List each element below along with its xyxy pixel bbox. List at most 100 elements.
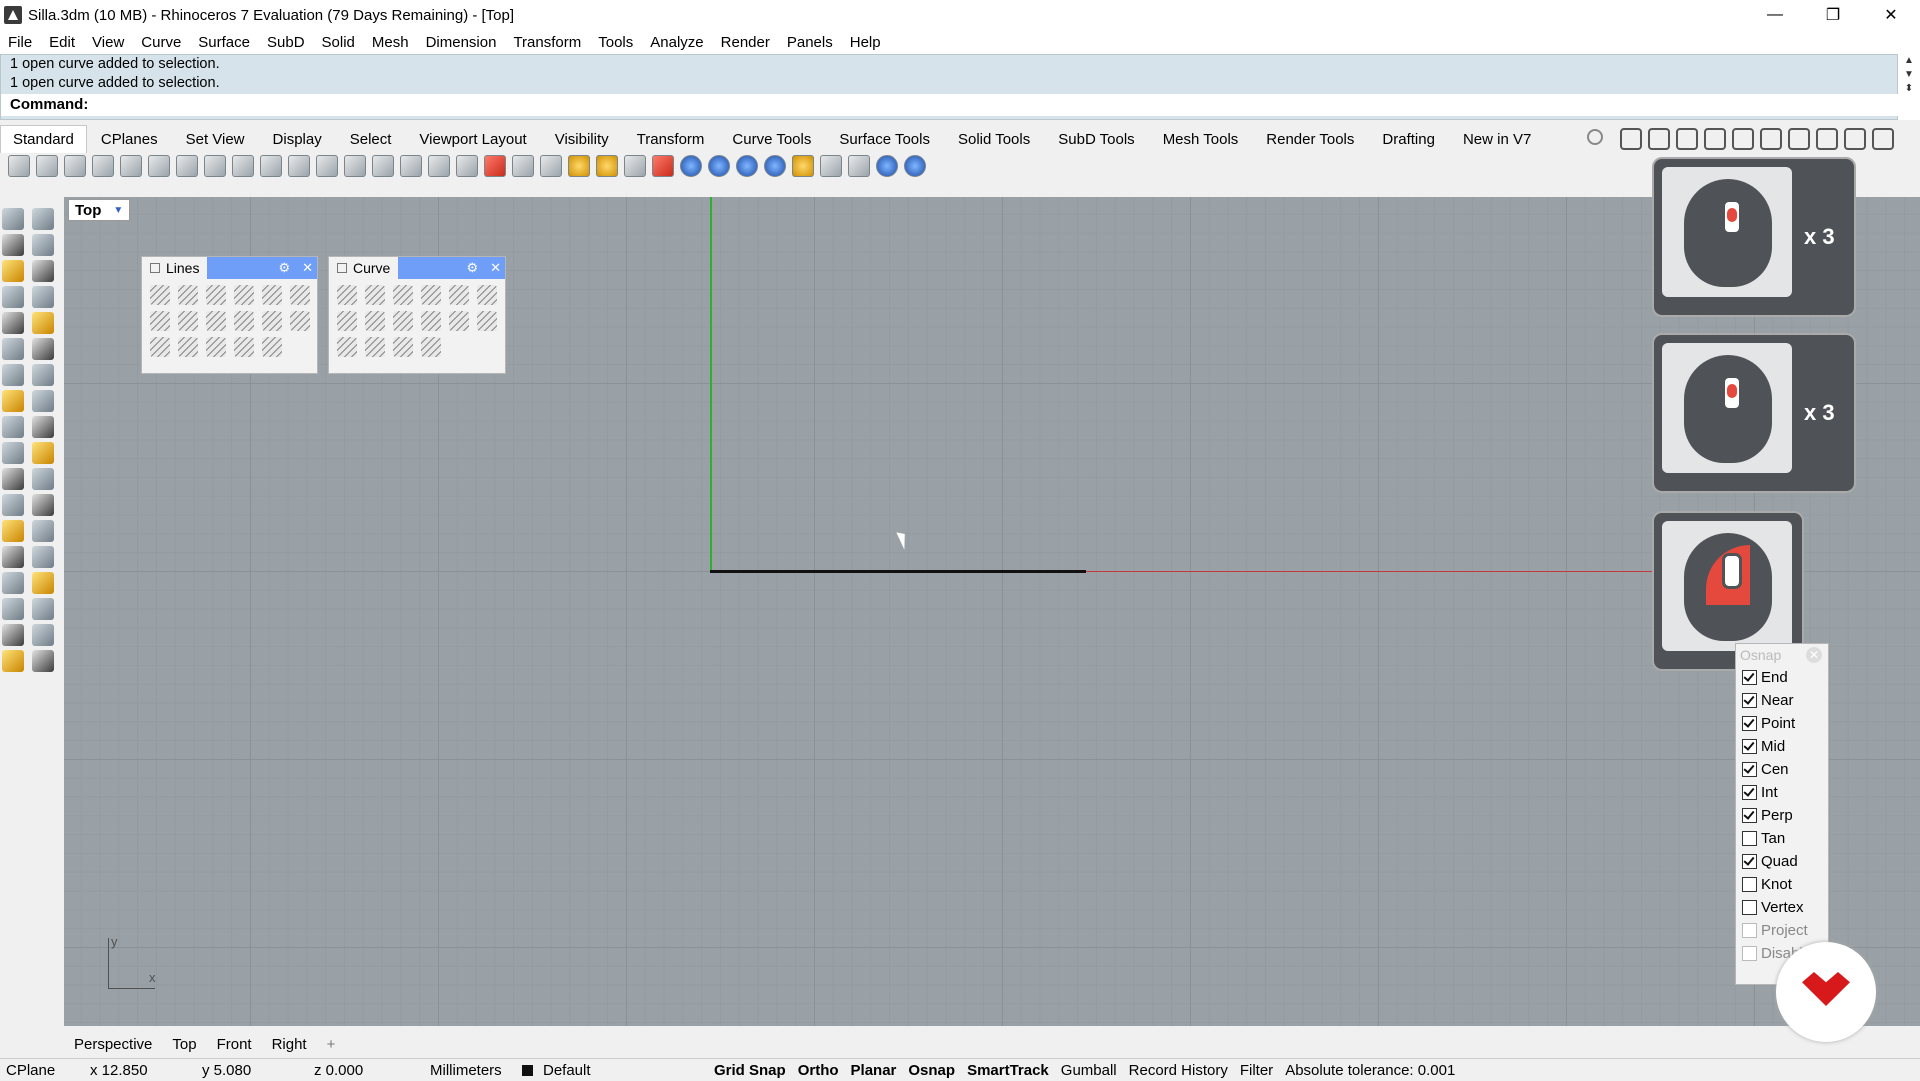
line-tool-icon[interactable]: [290, 285, 310, 305]
box-icon[interactable]: [1760, 128, 1782, 150]
open-file-icon[interactable]: [36, 155, 58, 177]
scissors-icon[interactable]: [1844, 128, 1866, 150]
save-icon[interactable]: [64, 155, 86, 177]
curve-tool-icon[interactable]: [337, 285, 357, 305]
curve-tool-icon[interactable]: [449, 285, 469, 305]
line-tool-icon[interactable]: [234, 311, 254, 331]
polygon-icon[interactable]: [2, 312, 24, 334]
lock-icon[interactable]: [624, 155, 646, 177]
paste-icon[interactable]: [204, 155, 226, 177]
curve-tools-icon[interactable]: [32, 494, 54, 516]
curve-tool-icon[interactable]: [337, 311, 357, 331]
render-globe-icon[interactable]: [876, 155, 898, 177]
osnap-close-icon[interactable]: ✕: [1806, 647, 1822, 663]
checkbox-icon[interactable]: [1742, 923, 1757, 938]
rotate-view-icon[interactable]: [288, 155, 310, 177]
osnap-perp[interactable]: Perp: [1736, 804, 1828, 827]
status-gumball[interactable]: Gumball: [1055, 1062, 1123, 1079]
cylinder-icon[interactable]: [1788, 128, 1810, 150]
status-osnap[interactable]: Osnap: [902, 1062, 961, 1079]
tab-drafting[interactable]: Drafting: [1368, 131, 1449, 148]
line-tool-icon[interactable]: [206, 311, 226, 331]
check-icon[interactable]: [32, 624, 54, 646]
menu-transform[interactable]: Transform: [505, 34, 590, 51]
checkbox-icon[interactable]: [1742, 716, 1757, 731]
tab-display[interactable]: Display: [259, 131, 336, 148]
tab-top[interactable]: Top: [162, 1036, 206, 1053]
curve-tool-icon[interactable]: [477, 285, 497, 305]
tab-subd-tools[interactable]: SubD Tools: [1044, 131, 1148, 148]
maximize-button[interactable]: ❐: [1804, 0, 1862, 30]
plant-icon[interactable]: [1816, 128, 1838, 150]
mesh-icon[interactable]: [32, 390, 54, 412]
curve-tool-icon[interactable]: [393, 311, 413, 331]
cplane-icon[interactable]: [484, 155, 506, 177]
command-prompt[interactable]: Command:: [1, 94, 1898, 116]
pan-hand-icon[interactable]: [260, 155, 282, 177]
tab-new-in-v7[interactable]: New in V7: [1449, 131, 1545, 148]
text-icon[interactable]: [2, 520, 24, 542]
copy-icon[interactable]: [176, 155, 198, 177]
export-icon[interactable]: [120, 155, 142, 177]
menu-edit[interactable]: Edit: [41, 34, 84, 51]
menu-surface[interactable]: Surface: [190, 34, 259, 51]
osnap-vertex[interactable]: Vertex: [1736, 896, 1828, 919]
tab-solid-tools[interactable]: Solid Tools: [944, 131, 1044, 148]
join-icon[interactable]: [32, 442, 54, 464]
edit-points-icon[interactable]: [2, 624, 24, 646]
status-planar[interactable]: Planar: [845, 1062, 903, 1079]
zoom-icon[interactable]: [316, 155, 338, 177]
viewport-grid-icon[interactable]: [456, 155, 478, 177]
rendered-sphere-icon[interactable]: [736, 155, 758, 177]
curve-icon[interactable]: [32, 234, 54, 256]
tab-right[interactable]: Right: [262, 1036, 317, 1053]
toolbar-settings-gear-icon[interactable]: [1587, 129, 1603, 145]
line-tool-icon[interactable]: [150, 311, 170, 331]
technical-icon[interactable]: [1732, 128, 1754, 150]
status-grid-snap[interactable]: Grid Snap: [708, 1062, 792, 1079]
osnap-cen[interactable]: Cen: [1736, 758, 1828, 781]
osnap-point[interactable]: Point: [1736, 712, 1828, 735]
menu-mesh[interactable]: Mesh: [364, 34, 418, 51]
line-tool-icon[interactable]: [262, 337, 282, 357]
tab-transform[interactable]: Transform: [623, 131, 719, 148]
properties-tool-icon[interactable]: [32, 650, 54, 672]
curve-tool-icon[interactable]: [449, 311, 469, 331]
layer-icon[interactable]: [652, 155, 674, 177]
panel-gear-icon[interactable]: ⚙: [466, 260, 478, 276]
status-record-history[interactable]: Record History: [1123, 1062, 1234, 1079]
osnap-header[interactable]: Osnap ✕: [1736, 644, 1828, 666]
status-ortho[interactable]: Ortho: [792, 1062, 845, 1079]
tab-cplanes[interactable]: CPlanes: [87, 131, 172, 148]
menu-file[interactable]: File: [0, 34, 41, 51]
add-icon[interactable]: [1872, 128, 1894, 150]
wireframe-icon[interactable]: [1620, 128, 1642, 150]
offset-icon[interactable]: [2, 494, 24, 516]
select-filter-icon[interactable]: [568, 155, 590, 177]
tab-mesh-tools[interactable]: Mesh Tools: [1149, 131, 1253, 148]
curve-tool-icon[interactable]: [365, 337, 385, 357]
move-icon[interactable]: [2, 546, 24, 568]
checkbox-icon[interactable]: [1742, 808, 1757, 823]
viewport-title[interactable]: Top ▼: [68, 199, 131, 221]
status-layer[interactable]: Default: [516, 1062, 708, 1079]
checkbox-icon[interactable]: [1742, 831, 1757, 846]
line-tool-icon[interactable]: [178, 285, 198, 305]
properties-icon[interactable]: [792, 155, 814, 177]
minimize-button[interactable]: —: [1746, 0, 1804, 30]
split-icon[interactable]: [2, 442, 24, 464]
xray-icon[interactable]: [1704, 128, 1726, 150]
boolean-icon[interactable]: [32, 364, 54, 386]
rectangle-icon[interactable]: [32, 286, 54, 308]
curve-tool-icon[interactable]: [421, 337, 441, 357]
shaded-icon[interactable]: [1648, 128, 1670, 150]
tab-viewport-layout[interactable]: Viewport Layout: [405, 131, 540, 148]
menu-dimension[interactable]: Dimension: [418, 34, 506, 51]
analyze-icon[interactable]: [32, 598, 54, 620]
osnap-project[interactable]: Project: [1736, 919, 1828, 942]
checkbox-icon[interactable]: [1742, 785, 1757, 800]
curve-tool-icon[interactable]: [365, 311, 385, 331]
render-solid-icon[interactable]: [2, 650, 24, 672]
tab-standard[interactable]: Standard: [0, 125, 87, 153]
line-tool-icon[interactable]: [234, 337, 254, 357]
